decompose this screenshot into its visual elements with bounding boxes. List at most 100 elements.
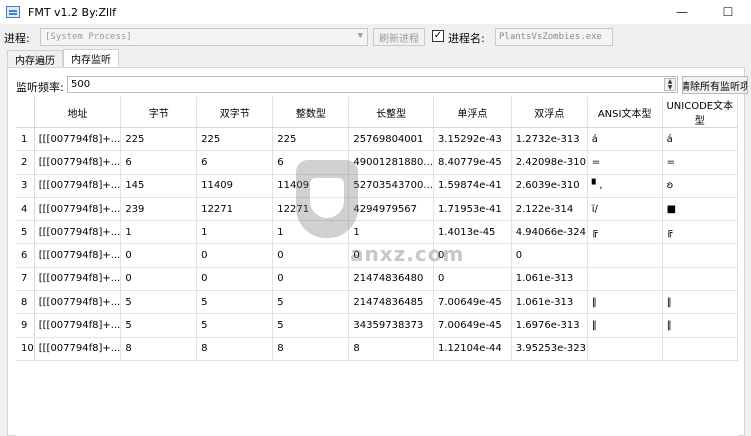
table-cell[interactable]: á [587, 127, 663, 152]
column-header[interactable]: 整数型 [272, 97, 350, 128]
table-row[interactable]: 7 [[[007794f8]+... 0 0 0 21474836480 0 1.061e-3… [16, 267, 739, 292]
table-row[interactable]: 10 [[[007794f8]+... 8 8 8 8 1.12104e-44 3.95253… [16, 337, 739, 361]
table-row[interactable]: 4 [[[007794f8]+... 239 12271 12271 4294979567… [16, 197, 739, 222]
table-cell[interactable]: 8 [196, 337, 274, 361]
table-cell[interactable]: ╔ [587, 220, 663, 245]
table-cell[interactable]: 12271 [272, 197, 350, 222]
table-cell[interactable]: 4294979567 [348, 197, 434, 222]
table-cell[interactable]: 1 [120, 220, 198, 245]
table-cell[interactable]: 145 [120, 174, 198, 198]
table-cell[interactable]: 0 [120, 243, 198, 268]
table-cell[interactable]: 0 [196, 243, 274, 268]
column-header[interactable]: UNICODE文本型 [662, 97, 739, 128]
column-header[interactable]: 字节 [120, 97, 198, 128]
table-cell[interactable]: 11409 [196, 174, 274, 198]
table-cell[interactable]: 1.6976e-313 [511, 313, 588, 338]
table-cell[interactable]: 7.00649e-45 [433, 290, 512, 315]
table-cell[interactable]: ■ [662, 197, 739, 222]
table-cell[interactable]: 225 [196, 127, 274, 152]
table-row[interactable]: 3 [[[007794f8]+... 145 11409 11409 5270354370… [16, 174, 739, 198]
table-cell[interactable]: 5 [120, 290, 198, 315]
table-cell[interactable]: 49001281880... [348, 150, 434, 175]
table-cell[interactable]: 1 [196, 220, 274, 245]
table-cell[interactable]: 0 [196, 267, 274, 292]
table-cell[interactable]: [[[007794f8]+... [34, 150, 122, 175]
table-cell[interactable]: 6 [272, 150, 350, 175]
maximize-button[interactable]: ☐ [705, 0, 751, 24]
table-cell[interactable]: = [587, 150, 663, 175]
table-cell[interactable]: 0 [511, 243, 588, 268]
column-header[interactable]: 地址 [34, 97, 122, 128]
table-cell[interactable]: ‖ [662, 290, 739, 315]
table-cell[interactable]: 0 [348, 243, 434, 268]
table-cell[interactable]: = [662, 150, 739, 175]
column-header[interactable]: ANSI文本型 [587, 97, 663, 128]
table-cell[interactable]: 0 [120, 267, 198, 292]
table-row[interactable]: 6 [[[007794f8]+... 0 0 0 0 0 0 [16, 243, 739, 268]
table-row[interactable]: 2 [[[007794f8]+... 6 6 6 49001281880... 8.4077… [16, 150, 739, 175]
table-cell[interactable]: 6 [120, 150, 198, 175]
table-cell[interactable]: 12271 [196, 197, 274, 222]
frequency-input[interactable]: 500 ▲ ▼ [67, 76, 678, 93]
table-cell[interactable]: 1.71953e-41 [433, 197, 512, 222]
table-cell[interactable]: 5 [196, 290, 274, 315]
table-cell[interactable]: [[[007794f8]+... [34, 290, 122, 315]
table-cell[interactable]: 5 [272, 313, 350, 338]
table-cell[interactable]: 0 [433, 243, 512, 268]
table-cell[interactable]: [[[007794f8]+... [34, 174, 122, 198]
table-cell[interactable]: 1.061e-313 [511, 267, 588, 292]
table-cell[interactable]: 1.4013e-45 [433, 220, 512, 245]
table-cell[interactable]: 225 [120, 127, 198, 152]
refresh-process-button[interactable]: 刷新进程 [373, 28, 425, 46]
table-cell[interactable]: 239 [120, 197, 198, 222]
table-cell[interactable]: 0 [272, 243, 350, 268]
table-cell[interactable]: 0 [272, 267, 350, 292]
clear-all-monitors-button[interactable]: 清除所有监听项 [682, 76, 748, 94]
table-cell[interactable]: [[[007794f8]+... [34, 337, 122, 361]
table-cell[interactable]: 1 [348, 220, 434, 245]
table-cell[interactable]: 2.42098e-310 [511, 150, 588, 175]
table-row[interactable]: 1 [[[007794f8]+... 225 225 225 25769804001 3.1… [16, 127, 739, 152]
table-cell[interactable]: 8 [120, 337, 198, 361]
spinner-arrows-icon[interactable]: ▲ ▼ [664, 78, 676, 91]
process-select[interactable]: [System Process] ▼ [40, 28, 368, 46]
tab-memory-traverse[interactable]: 内存遍历 [7, 50, 63, 67]
table-cell[interactable]: [[[007794f8]+... [34, 243, 122, 268]
table-cell[interactable]: 8.40779e-45 [433, 150, 512, 175]
table-cell[interactable]: 6 [196, 150, 274, 175]
table-cell[interactable]: 21474836480 [348, 267, 434, 292]
table-cell[interactable]: 25769804001 [348, 127, 434, 152]
table-cell[interactable]: [[[007794f8]+... [34, 197, 122, 222]
table-cell[interactable]: ‖ [587, 290, 663, 315]
tab-memory-monitor[interactable]: 内存监听 [63, 49, 119, 67]
table-cell[interactable]: [[[007794f8]+... [34, 220, 122, 245]
table-cell[interactable]: [[[007794f8]+... [34, 313, 122, 338]
table-cell[interactable]: 1.59874e-41 [433, 174, 512, 198]
table-cell[interactable]: [[[007794f8]+... [34, 127, 122, 152]
column-header[interactable]: 长整型 [348, 97, 434, 128]
table-cell[interactable] [662, 337, 739, 361]
table-cell[interactable]: 5 [272, 290, 350, 315]
table-cell[interactable] [662, 243, 739, 268]
table-cell[interactable]: 8 [348, 337, 434, 361]
column-header[interactable]: 单浮点 [433, 97, 512, 128]
minimize-button[interactable]: — [659, 0, 705, 24]
table-cell[interactable]: 5 [196, 313, 274, 338]
table-cell[interactable]: ‖ [587, 313, 663, 338]
table-cell[interactable]: ʚ [662, 174, 739, 198]
table-cell[interactable]: 0 [433, 267, 512, 292]
table-cell[interactable]: 5 [120, 313, 198, 338]
process-name-input[interactable]: PlantsVsZombies.exe [495, 28, 613, 46]
table-cell[interactable]: 2.6039e-310 [511, 174, 588, 198]
table-cell[interactable]: 21474836485 [348, 290, 434, 315]
process-name-checkbox[interactable]: ✓ [432, 30, 444, 42]
table-cell[interactable]: 1.2732e-313 [511, 127, 588, 152]
table-cell[interactable]: 3.95253e-323 [511, 337, 588, 361]
table-cell[interactable]: ▘, [587, 174, 663, 198]
table-cell[interactable]: 7.00649e-45 [433, 313, 512, 338]
table-row[interactable]: 5 [[[007794f8]+... 1 1 1 1 1.4013e-45 4.94066e-… [16, 220, 739, 245]
table-cell[interactable]: á [662, 127, 739, 152]
column-header[interactable]: 双字节 [196, 97, 274, 128]
table-row[interactable]: 9 [[[007794f8]+... 5 5 5 34359738373 7.00649e-… [16, 313, 739, 338]
table-cell[interactable]: 34359738373 [348, 313, 434, 338]
